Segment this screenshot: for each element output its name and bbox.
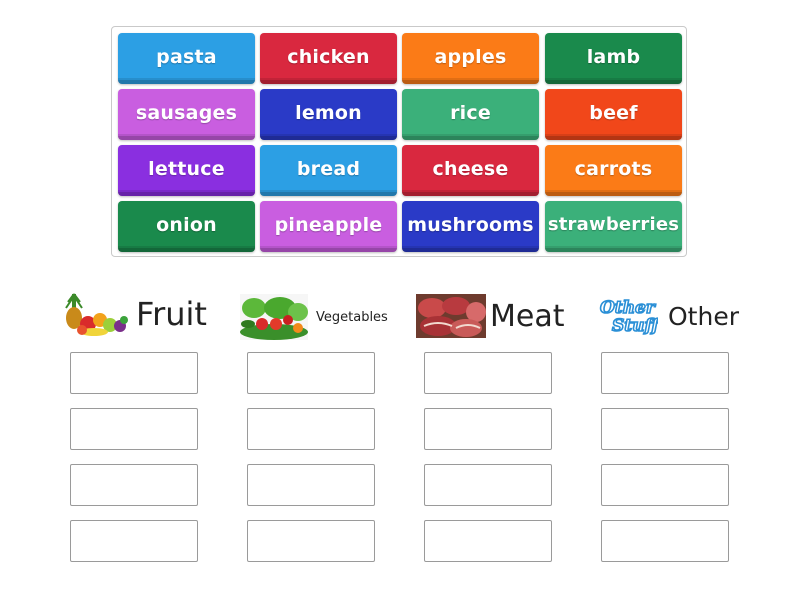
category-heading-vegetables: Vegetables [240,294,388,340]
drop-zone-other-3[interactable] [601,464,729,506]
drop-zone-other-2[interactable] [601,408,729,450]
drop-zone-meat-2[interactable] [424,408,552,450]
drop-zone-fruit-4[interactable] [70,520,198,562]
other-stuff-logo: Other Stuff [598,295,658,337]
tile-bread[interactable]: bread [260,145,397,196]
svg-text:Stuff: Stuff [612,316,658,336]
category-label-meat: Meat [490,298,565,334]
tile-onion[interactable]: onion [118,201,255,252]
category-label-vegetables: Vegetables [316,309,388,325]
category-heading-other: Other Stuff Other [598,294,739,338]
tile-cheese[interactable]: cheese [402,145,539,196]
drop-zone-meat-4[interactable] [424,520,552,562]
tile-strawberries[interactable]: strawberries [545,201,682,252]
tile-bank: pasta chicken apples lamb sausages lemon… [111,26,687,257]
tile-pasta[interactable]: pasta [118,33,255,84]
drop-zone-fruit-3[interactable] [70,464,198,506]
drop-zone-vegetables-2[interactable] [247,408,375,450]
svg-text:Other: Other [600,298,656,318]
drop-zone-other-4[interactable] [601,520,729,562]
tile-rice[interactable]: rice [402,89,539,140]
drop-zone-vegetables-1[interactable] [247,352,375,394]
tile-mushrooms[interactable]: mushrooms [402,201,539,252]
category-heading-fruit: Fruit [64,290,207,338]
category-heading-meat: Meat [416,293,565,339]
tile-apples[interactable]: apples [402,33,539,84]
tile-lettuce[interactable]: lettuce [118,145,255,196]
fruit-image [64,292,130,336]
category-label-fruit: Fruit [136,295,207,333]
drop-zone-fruit-2[interactable] [70,408,198,450]
tile-sausages[interactable]: sausages [118,89,255,140]
drop-zone-other-1[interactable] [601,352,729,394]
meat-image [416,294,486,338]
drop-zone-vegetables-4[interactable] [247,520,375,562]
vegetables-image [240,294,308,340]
category-label-other: Other [668,301,739,331]
drop-zone-meat-1[interactable] [424,352,552,394]
tile-lamb[interactable]: lamb [545,33,682,84]
drop-zone-fruit-1[interactable] [70,352,198,394]
tile-beef[interactable]: beef [545,89,682,140]
tile-chicken[interactable]: chicken [260,33,397,84]
tile-carrots[interactable]: carrots [545,145,682,196]
tile-lemon[interactable]: lemon [260,89,397,140]
drop-zone-vegetables-3[interactable] [247,464,375,506]
drop-zone-meat-3[interactable] [424,464,552,506]
tile-pineapple[interactable]: pineapple [260,201,397,252]
